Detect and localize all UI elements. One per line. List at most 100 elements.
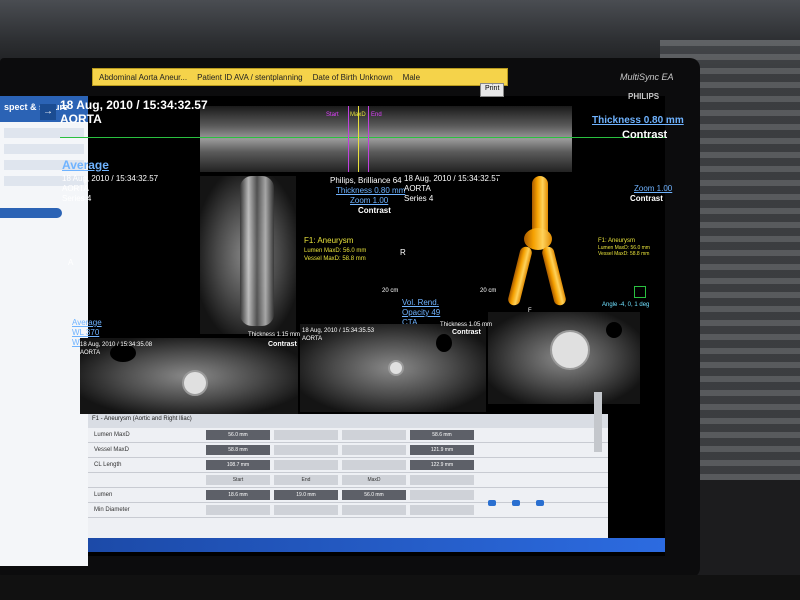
right-opacity[interactable]: Opacity 49 xyxy=(402,308,440,318)
row-cell: End xyxy=(274,475,338,485)
table-row[interactable]: Lumen MaxD 56.0 mm 58.6 mm xyxy=(88,428,608,443)
tool-item[interactable] xyxy=(4,144,84,154)
row-cell xyxy=(342,430,406,440)
row-cell: 18.6 mm xyxy=(206,490,270,500)
left-view-timestamp: 18 Aug, 2010 / 15:34:32.57 xyxy=(62,174,159,183)
row-cell xyxy=(342,460,406,470)
bottom-mid-label: AORTA xyxy=(302,336,323,342)
study-name: Abdominal Aorta Aneur... xyxy=(99,72,188,82)
table-row[interactable]: Start End MaxD xyxy=(88,473,608,488)
philips-logo: PHILIPS xyxy=(628,92,660,101)
row-cell: Start xyxy=(206,475,270,485)
date-of-birth: Date of Birth Unknown xyxy=(312,72,393,82)
left-view-title[interactable]: Average xyxy=(62,159,109,171)
row-cell: 56.0 mm xyxy=(342,490,406,500)
row-cell: 19.0 mm xyxy=(274,490,338,500)
row-cell xyxy=(410,505,474,515)
left-view-zoom[interactable]: Zoom 1.00 xyxy=(350,196,388,206)
left-iliac-vr xyxy=(506,245,534,307)
row-cell xyxy=(206,505,270,515)
left-annotation-title: F1: Aneurysm xyxy=(304,236,354,245)
row-cell xyxy=(274,505,338,515)
right-iliac-vr xyxy=(540,245,568,307)
aneurysm-cross-section xyxy=(550,330,590,370)
right-vol-rend[interactable]: Vol. Rend. xyxy=(402,298,439,308)
left-view-label: AORTA xyxy=(62,184,89,193)
right-annotation-vessel: Vessel MaxD: 58.8 mm xyxy=(598,251,650,257)
measurement-table: F1 - Aneurysm (Aortic and Right Iliac) L… xyxy=(88,414,608,544)
top-view-thickness[interactable]: Thickness 0.80 mm xyxy=(592,116,684,126)
aorta-cross-section xyxy=(388,360,404,376)
green-centerline xyxy=(60,137,665,138)
bottom-mid-mode: Contrast xyxy=(268,341,297,348)
right-scale-label: 20 cm xyxy=(480,288,497,294)
row-key: CL Length xyxy=(94,462,122,468)
marker-end-label: End xyxy=(371,112,382,118)
table-scrollbar[interactable] xyxy=(594,392,602,452)
row-cell xyxy=(342,505,406,515)
bottom-right-mode: Contrast xyxy=(452,329,481,336)
table-row[interactable]: CL Length 108.7 mm 122.9 mm xyxy=(88,458,608,473)
left-footer-average[interactable]: Average xyxy=(72,318,102,328)
bowel-gas xyxy=(606,322,622,338)
left-orient-r: R xyxy=(400,248,406,257)
row-cell: 56.0 mm xyxy=(206,430,270,440)
windows-taskbar[interactable] xyxy=(88,538,665,552)
spine-image xyxy=(240,176,274,326)
right-angle: Angle -4, 0, 1 deg xyxy=(602,302,650,308)
right-view-mode: Contrast xyxy=(630,194,663,203)
sagittal-strip-view[interactable] xyxy=(200,106,572,172)
monitor-button-icon[interactable] xyxy=(512,500,520,506)
monitor-button-icon[interactable] xyxy=(488,500,496,506)
left-view-scanner: Philips, Brilliance 64 xyxy=(330,176,402,185)
patient-sex: Male xyxy=(402,72,421,82)
table-row[interactable]: Vessel MaxD 58.8 mm 121.9 mm xyxy=(88,443,608,458)
volume-rendering-image[interactable] xyxy=(498,176,578,311)
monitor-buttons xyxy=(488,500,544,506)
table-title: F1 - Aneurysm (Aortic and Right Iliac) xyxy=(88,414,608,428)
patient-id: Patient ID AVA / stentplanning xyxy=(197,72,303,82)
end-marker-line[interactable] xyxy=(368,106,369,172)
power-led-icon xyxy=(536,500,544,506)
row-cell xyxy=(410,475,474,485)
row-cell: 121.9 mm xyxy=(410,445,474,455)
row-key: Lumen xyxy=(94,492,113,498)
left-view-series: Series 4 xyxy=(62,194,92,203)
top-view-timestamp: 18 Aug, 2010 / 15:34:32.57 xyxy=(60,98,208,112)
row-cell xyxy=(274,445,338,455)
top-view-mode: Contrast xyxy=(622,129,668,141)
top-view-label: AORTA xyxy=(60,112,102,126)
start-marker-line[interactable] xyxy=(348,106,349,172)
left-orient-a: A xyxy=(68,258,74,267)
print-button[interactable]: Print xyxy=(480,83,505,97)
aorta-cross-section xyxy=(182,370,208,396)
patient-info-bar: Abdominal Aorta Aneur... Patient ID AVA … xyxy=(92,68,508,86)
curved-mpr-image[interactable] xyxy=(200,176,296,334)
row-cell: 58.8 mm xyxy=(206,445,270,455)
row-cell: 108.7 mm xyxy=(206,460,270,470)
selected-tool-item[interactable] xyxy=(0,208,62,218)
arrow-right-icon[interactable]: → xyxy=(40,104,56,120)
right-view-series: Series 4 xyxy=(404,194,434,203)
right-view-label: AORTA xyxy=(404,184,431,193)
bowel-gas xyxy=(436,334,452,352)
bottom-left-label: AORTA xyxy=(80,350,101,356)
row-cell: 122.9 mm xyxy=(410,460,474,470)
row-cell xyxy=(410,490,474,500)
left-scale-label: 20 cm xyxy=(382,288,399,294)
snapshot-icon[interactable] xyxy=(634,286,646,298)
row-cell: 58.6 mm xyxy=(410,430,474,440)
left-view-thickness[interactable]: Thickness 0.80 mm xyxy=(336,186,405,196)
monitor-brand: MultiSync EA xyxy=(620,72,674,82)
row-key: Min Diameter xyxy=(94,507,130,513)
bottom-mid-thickness: Thickness 1.15 mm xyxy=(248,332,301,338)
left-annotation-vessel: Vessel MaxD: 58.8 mm xyxy=(304,256,366,262)
row-key: Vessel MaxD xyxy=(94,447,130,453)
right-view-timestamp: 18 Aug, 2010 / 15:34:32.57 xyxy=(404,174,501,183)
desk-surface xyxy=(0,575,800,600)
axial-view-right[interactable] xyxy=(488,312,640,404)
left-footer-wl[interactable]: WL 370 xyxy=(72,328,99,338)
row-cell xyxy=(342,445,406,455)
marker-start-label: Start xyxy=(326,112,339,118)
right-view-zoom[interactable]: Zoom 1.00 xyxy=(634,184,672,194)
